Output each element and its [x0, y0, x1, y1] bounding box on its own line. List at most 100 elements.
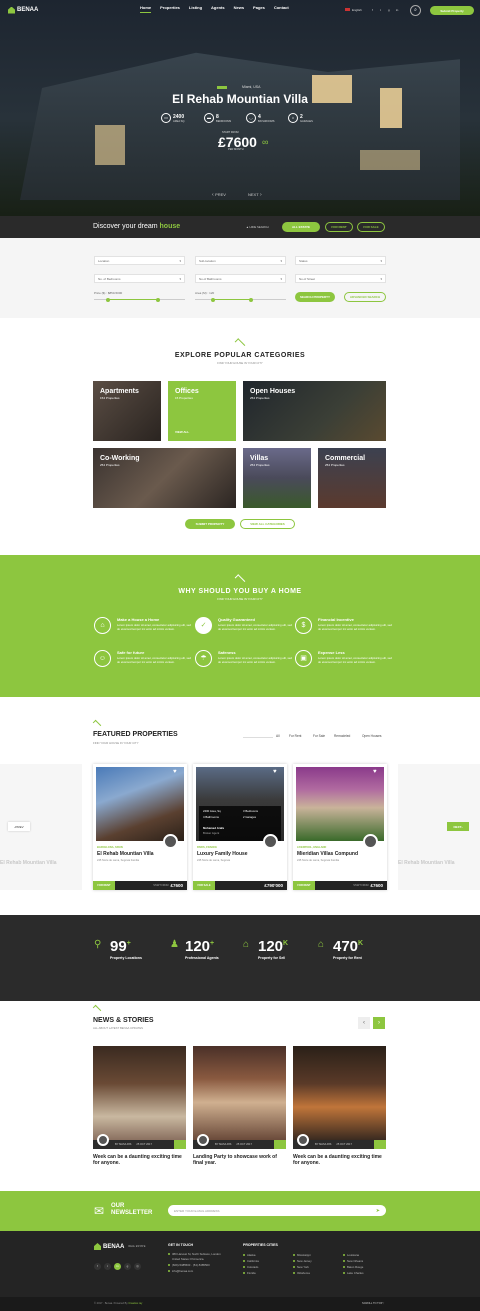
- nav-listing[interactable]: Listing: [189, 5, 202, 13]
- advanced-search-button[interactable]: ADVANCED SEARCH: [344, 292, 386, 302]
- category-commercial[interactable]: Commercial 254 Properties: [318, 448, 386, 508]
- location-select[interactable]: Location ▾: [94, 256, 185, 265]
- news-headline[interactable]: Landing Party to showcase work of final …: [193, 1154, 286, 1166]
- nav-pages[interactable]: Pages: [253, 5, 265, 13]
- heart-icon[interactable]: ♥: [173, 769, 177, 775]
- filter-remodeled[interactable]: Remodeled: [334, 734, 350, 738]
- agent-avatar[interactable]: [263, 834, 278, 849]
- property-card[interactable]: ♥ LIVERPOOL, ENGLAND Mieridian Villas Co…: [293, 764, 387, 890]
- property-price: £7600: [370, 883, 383, 888]
- category-apartments[interactable]: Apartments 154 Properties: [93, 381, 161, 441]
- heart-icon[interactable]: ♥: [373, 769, 377, 775]
- facebook-icon[interactable]: f: [94, 1263, 101, 1270]
- sub-location-select[interactable]: Sub-location ▾: [195, 256, 286, 265]
- language-selector[interactable]: English: [345, 8, 362, 12]
- select-value: No. of Bedrooms: [98, 276, 121, 281]
- facebook-icon[interactable]: f: [372, 8, 373, 12]
- agent-name[interactable]: Mohamed Arafa: [203, 826, 224, 830]
- nav-properties[interactable]: Properties: [160, 5, 180, 13]
- city-link[interactable]: Mississippi: [293, 1253, 311, 1257]
- search-icon[interactable]: ⌕: [410, 5, 421, 16]
- news-headline[interactable]: Week can be a daunting exciting time for…: [293, 1154, 386, 1166]
- nav-contact[interactable]: Contact: [274, 5, 289, 13]
- agent-avatar[interactable]: [163, 834, 178, 849]
- agent-avatar[interactable]: [363, 834, 378, 849]
- bathrooms-select[interactable]: No.of Bathrooms ▾: [195, 274, 286, 283]
- category-count: 154 Properties: [100, 396, 120, 400]
- nav-agents[interactable]: Agents: [211, 5, 225, 13]
- city-link[interactable]: Louisiana: [343, 1253, 359, 1257]
- feature-desc: Lorem ipsum dolor sit amet, consectetur …: [117, 623, 191, 631]
- city-link[interactable]: Lake Charles: [343, 1271, 363, 1275]
- submit-property-button[interactable]: Submit Property: [430, 6, 474, 15]
- instagram-icon[interactable]: ◎: [134, 1263, 141, 1270]
- property-card[interactable]: ♥ 2400 Area, Sq 3 Bedrooms 4 Bathrooms 2…: [193, 764, 287, 890]
- nav-news[interactable]: News: [234, 5, 244, 13]
- footer-logo[interactable]: BENAA REAL ESTATE: [94, 1243, 145, 1250]
- news-headline[interactable]: Week can be a daunting exciting time for…: [93, 1154, 186, 1166]
- city-link[interactable]: Alaska: [243, 1253, 255, 1257]
- news-next-button[interactable]: ›: [373, 1017, 385, 1029]
- main-nav: Home Properties Listing Agents News Page…: [140, 5, 289, 13]
- twitter-icon[interactable]: t: [380, 8, 381, 12]
- city-link[interactable]: Florida: [243, 1271, 256, 1275]
- category-villas[interactable]: Villas 254 Properties: [243, 448, 311, 508]
- slider-handle[interactable]: [156, 297, 160, 302]
- property-name[interactable]: Mieridian Villas Compund: [297, 851, 358, 857]
- scroll-to-top-button[interactable]: SCROLL TO TOP ↑: [362, 1302, 384, 1305]
- view-all-categories-button[interactable]: VIEW ALL CATEGORIES: [240, 519, 295, 529]
- category-offices[interactable]: Offices 15 Properties VIEW ALL: [168, 381, 236, 441]
- slider-handle[interactable]: [106, 297, 110, 302]
- tab-for-sale[interactable]: FOR SALE: [357, 222, 385, 232]
- property-name[interactable]: Luxury Family House: [197, 851, 248, 857]
- street-select[interactable]: No.of Street ▾: [295, 274, 386, 283]
- city-link[interactable]: Colorado: [243, 1265, 258, 1269]
- category-open-houses[interactable]: Open Houses 254 Properties: [243, 381, 386, 441]
- city-link[interactable]: Baton Rouge: [343, 1265, 363, 1269]
- city-link[interactable]: New Orleans: [343, 1259, 363, 1263]
- category-co-working[interactable]: Co-Working 254 Properties: [93, 448, 236, 508]
- city-link[interactable]: Oklahoma: [293, 1271, 310, 1275]
- twitter-icon[interactable]: t: [104, 1263, 111, 1270]
- linkedin-icon[interactable]: in: [396, 8, 398, 12]
- slider-handle[interactable]: [249, 297, 253, 302]
- search-property-button[interactable]: SEARCH PROPERTY: [295, 292, 335, 302]
- property-card[interactable]: ♥ BARCELONA, SPAIN El Rehab Mountian Vil…: [93, 764, 187, 890]
- nav-home[interactable]: Home: [140, 5, 152, 13]
- hero-next-button[interactable]: NEXT ›: [248, 192, 262, 198]
- view-all-link[interactable]: VIEW ALL: [175, 430, 189, 434]
- city-link[interactable]: New York: [293, 1265, 309, 1269]
- filter-open-houses[interactable]: Open Houses: [362, 734, 382, 738]
- price-slider[interactable]: [94, 297, 185, 302]
- filter-all[interactable]: All: [276, 734, 280, 738]
- status-select[interactable]: Status ▾: [295, 256, 386, 265]
- news-prev-button[interactable]: ‹: [358, 1017, 370, 1029]
- city-link[interactable]: California: [243, 1259, 259, 1263]
- google-icon[interactable]: g: [388, 8, 390, 12]
- send-icon[interactable]: ➤: [376, 1208, 380, 1214]
- carousel-next-button[interactable]: NEXT ›: [447, 822, 469, 831]
- newsletter-email-input[interactable]: ENTER YOUR E-MAIL ADDRESS ➤: [168, 1205, 386, 1216]
- area-slider[interactable]: [195, 297, 286, 302]
- slider-handle[interactable]: [211, 297, 215, 302]
- linkedin-icon[interactable]: in: [114, 1263, 121, 1270]
- submit-property-button-2[interactable]: SUBMIT PROPERTY: [185, 519, 235, 529]
- property-name[interactable]: El Rehab Mountian Villa: [97, 851, 154, 857]
- hide-search-toggle[interactable]: ▲ HIDE SEARCH: [246, 225, 269, 229]
- footer-email[interactable]: info@benaa.com: [168, 1269, 193, 1273]
- google-icon[interactable]: g: [124, 1263, 131, 1270]
- bedrooms-select[interactable]: No. of Bedrooms ▾: [94, 274, 185, 283]
- link-icon[interactable]: ∞: [262, 137, 268, 147]
- next-label: NEXT: [248, 192, 259, 197]
- carousel-prev-button[interactable]: ‹ PREV: [8, 822, 30, 831]
- creator-link[interactable]: Creative ray: [128, 1302, 142, 1305]
- heart-icon[interactable]: ♥: [273, 769, 277, 775]
- filter-for-rent[interactable]: For Rent: [289, 734, 301, 738]
- tab-for-rent[interactable]: FOR RENT: [325, 222, 353, 232]
- filter-for-sale[interactable]: For Sale: [313, 734, 325, 738]
- hero-prev-button[interactable]: ‹ PREV: [212, 192, 226, 198]
- city-link[interactable]: New Jersey: [293, 1259, 312, 1263]
- tab-all-estate[interactable]: ALL ESTATE: [282, 222, 320, 232]
- select-value: No.of Street: [299, 276, 316, 281]
- brand-logo[interactable]: BENAA: [8, 6, 38, 14]
